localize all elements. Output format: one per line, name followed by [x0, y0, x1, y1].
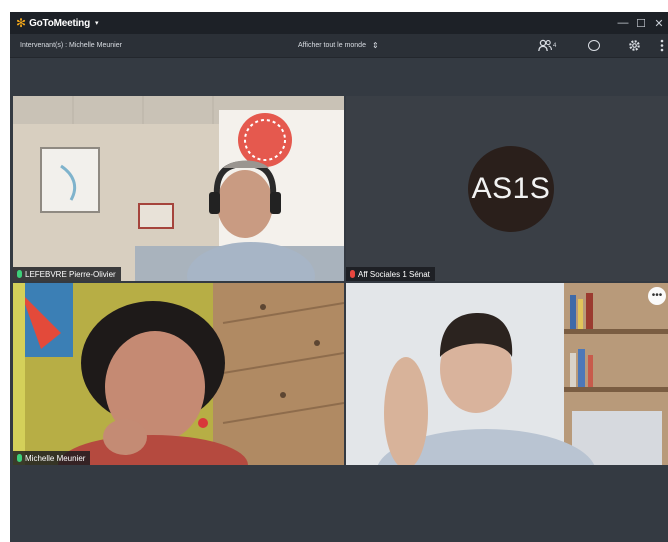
microphone-speaking-icon: [17, 454, 22, 462]
tile-more-options-button[interactable]: •••: [648, 287, 666, 305]
chevron-down-icon: ▾: [95, 20, 99, 27]
view-mode-label: Afficher tout le monde: [298, 42, 366, 49]
app-window: ✻ GoToMeeting ▾ — ☐ ✕ Intervenant(s) : M…: [10, 12, 668, 542]
app-menu[interactable]: ✻ GoToMeeting ▾: [16, 17, 99, 29]
avatar: AS1S: [468, 146, 554, 232]
maximize-button[interactable]: ☐: [632, 17, 650, 30]
video-tile-meunier[interactable]: Michelle Meunier: [13, 283, 344, 465]
more-horizontal-icon: •••: [651, 290, 663, 301]
people-icon: [538, 39, 552, 52]
gotomeeting-logo-icon: ✻: [16, 16, 27, 30]
more-options-button[interactable]: [660, 39, 664, 55]
meeting-footer: [10, 465, 668, 542]
title-bar: ✻ GoToMeeting ▾ — ☐ ✕: [10, 12, 668, 34]
window-controls: — ☐ ✕: [614, 12, 668, 34]
attendee-count: 4: [553, 43, 557, 49]
participant-name-label: LEFEBVRE Pierre-Olivier: [13, 267, 121, 281]
participant-name-label: Aff Sociales 1 Sénat: [346, 267, 435, 281]
gear-icon: [629, 40, 640, 51]
active-speaker-text: Intervenant(s) : Michelle Meunier: [20, 42, 122, 49]
attendees-button[interactable]: 4: [538, 39, 556, 53]
participant-video: [13, 283, 344, 465]
meeting-toolbar: Intervenant(s) : Michelle Meunier Affich…: [10, 34, 668, 58]
participant-name-label: Michelle Meunier: [13, 451, 91, 465]
microphone-muted-icon: [350, 270, 355, 278]
video-grid: LEFEBVRE Pierre-Olivier AS1S Aff Sociale…: [13, 96, 668, 465]
close-button[interactable]: ✕: [650, 17, 668, 30]
minimize-button[interactable]: —: [614, 17, 632, 29]
chat-button[interactable]: [588, 40, 600, 51]
participant-name: Michelle Meunier: [25, 453, 86, 463]
updown-arrows-icon: ⇕: [371, 41, 379, 50]
microphone-active-icon: [17, 270, 22, 278]
video-tile-lefebvre[interactable]: LEFEBVRE Pierre-Olivier: [13, 96, 344, 281]
app-title: GoToMeeting: [29, 17, 91, 29]
participant-video: [346, 283, 668, 465]
participant-name: Aff Sociales 1 Sénat: [358, 269, 430, 279]
avatar-initials: AS1S: [471, 172, 551, 205]
more-vertical-icon: [660, 39, 664, 52]
video-tile-participant-4[interactable]: •••: [346, 283, 668, 465]
view-mode-select[interactable]: Afficher tout le monde ⇕: [298, 41, 379, 50]
video-tile-aff-sociales[interactable]: AS1S Aff Sociales 1 Sénat: [346, 96, 668, 281]
participant-video: [13, 96, 344, 281]
participant-name: LEFEBVRE Pierre-Olivier: [25, 269, 116, 279]
settings-button[interactable]: [628, 39, 641, 55]
